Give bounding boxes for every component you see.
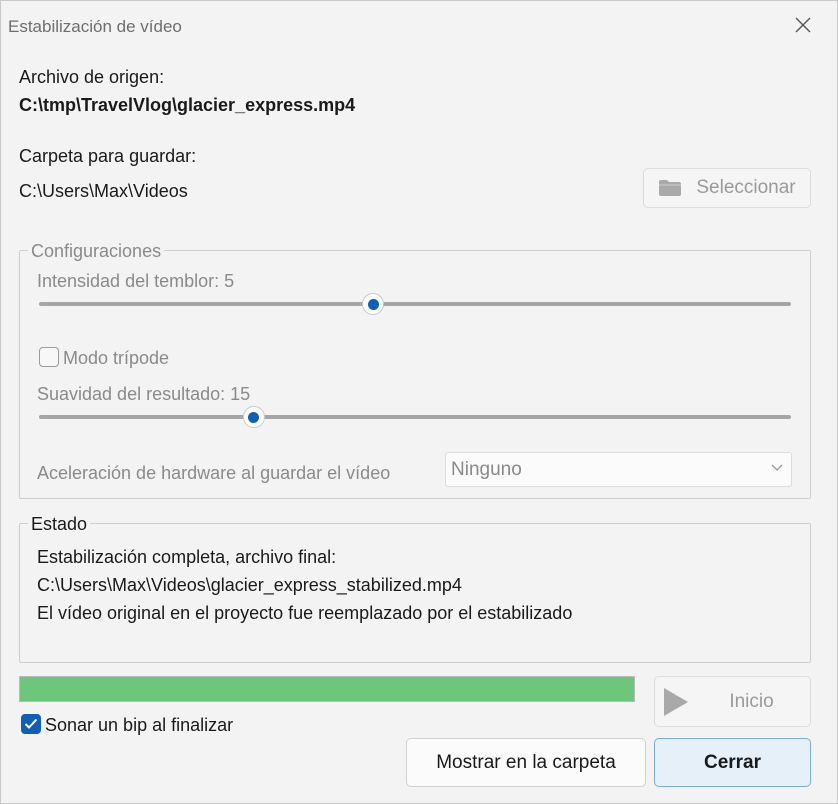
select-folder-button[interactable]: Seleccionar [643,168,811,208]
stabilization-dialog: Estabilización de vídeo Archivo de orige… [0,0,838,804]
checkmark-icon [24,718,38,729]
status-line-2: C:\Users\Max\Videos\glacier_express_stab… [37,575,462,595]
status-group-label: Estado [28,514,91,535]
play-icon [663,687,689,717]
smoothness-slider-thumb[interactable] [242,406,265,428]
close-button[interactable]: Cerrar [654,738,811,787]
show-in-folder-button[interactable]: Mostrar en la carpeta [406,738,646,787]
tripod-mode-checkbox[interactable] [39,347,59,367]
beep-checkbox[interactable] [21,714,41,734]
shake-intensity-label: Intensidad del temblor: 5 [37,271,235,291]
close-button-label: Cerrar [703,751,762,773]
source-path: C:\tmp\TravelVlog\glacier_express.mp4 [19,95,356,115]
status-line-1: Estabilización completa, archivo final: [37,547,337,567]
chevron-down-icon [771,464,783,472]
smoothness-label: Suavidad del resultado: 15 [37,384,251,404]
folder-icon [658,179,682,197]
start-button[interactable]: Inicio [654,676,811,727]
source-label: Archivo de origen: [19,67,165,87]
hw-acceleration-label: Aceleración de hardware al guardar el ví… [37,463,391,483]
window-title: Estabilización de vídeo [8,17,182,36]
progress-bar-fill [20,677,634,701]
save-folder-label: Carpeta para guardar: [19,146,197,166]
shake-intensity-track[interactable] [39,302,791,306]
start-button-label: Inicio [729,690,774,712]
status-line-3: El vídeo original en el proyecto fue ree… [37,603,573,623]
save-folder-path: C:\Users\Max\Videos [19,181,188,201]
hw-acceleration-select[interactable]: Ninguno [445,452,792,487]
progress-bar [19,676,635,702]
hw-acceleration-value: Ninguno [451,458,522,480]
beep-label: Sonar un bip al finalizar [45,715,234,735]
tripod-mode-label: Modo trípode [63,348,170,368]
show-in-folder-label: Mostrar en la carpeta [436,751,616,773]
close-icon[interactable] [791,13,815,37]
select-folder-label: Seleccionar [696,177,796,198]
smoothness-track[interactable] [39,415,791,419]
settings-group-label: Configuraciones [28,241,165,262]
